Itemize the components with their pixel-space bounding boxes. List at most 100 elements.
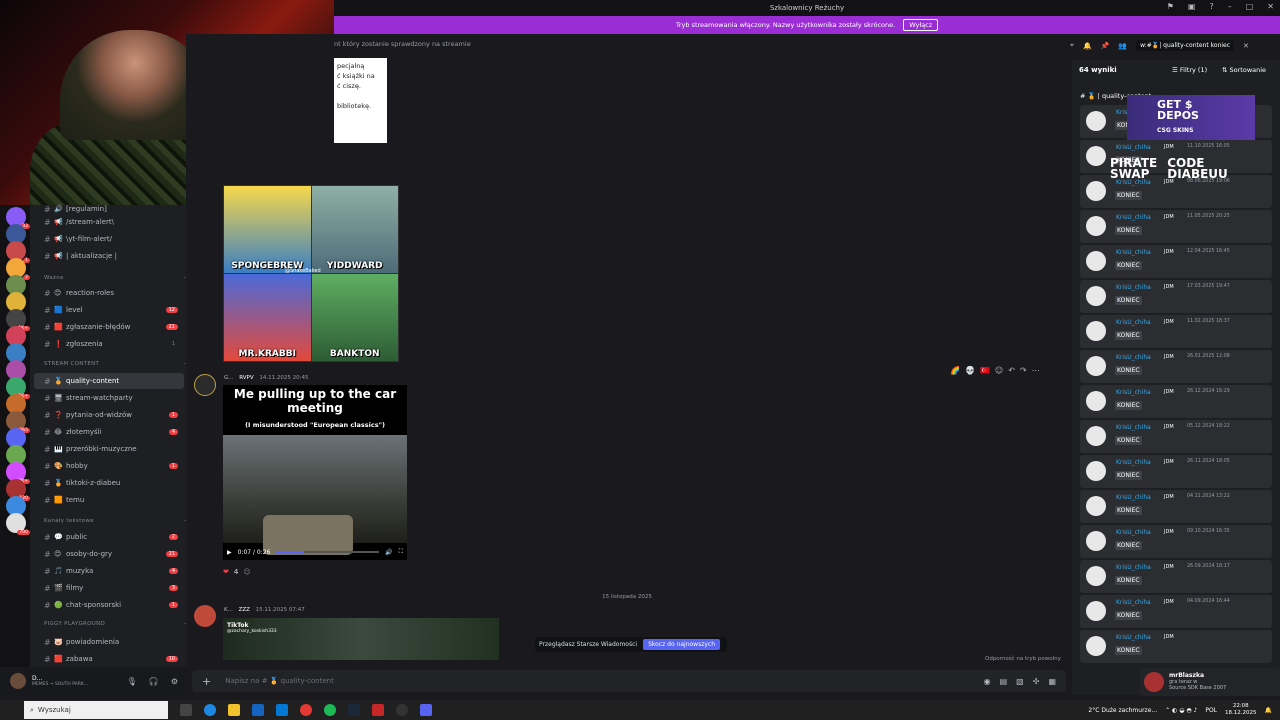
channel-item[interactable]: # 📢 \yt-film-alert/ [34,231,184,247]
add-reaction-icon[interactable]: ☺ [995,366,1003,375]
channel-item[interactable]: # 🎵 muzyka 4 [34,563,184,579]
more-icon[interactable]: ⋯ [1032,366,1040,375]
server-icon[interactable]: 700 [6,513,30,535]
spotify-icon[interactable] [324,704,336,716]
clear-search-icon[interactable]: ✕ [1243,42,1249,50]
explorer-icon[interactable] [228,704,240,716]
reaction-icon[interactable]: 🇹🇷 [980,366,990,375]
steam-icon[interactable] [348,704,360,716]
maximize-icon[interactable]: □ [1246,2,1254,11]
search-result[interactable]: KrisU_chiha JDM 26.01.2025 12:08 KONIEC [1080,350,1272,383]
obs-icon[interactable] [396,704,408,716]
avatar[interactable] [10,673,26,689]
volume-icon[interactable]: 🔊 [385,549,392,556]
reply-icon[interactable]: ↶ [1008,366,1015,375]
threads-icon[interactable]: ⌖ [1070,41,1074,50]
channel-item[interactable]: # 🟥 zabawa 10 [34,651,184,667]
tray-icons[interactable]: ⌃ ◐ ◒ ◓ ♪ [1165,707,1197,714]
mic-icon[interactable]: 🎙 [127,677,137,686]
channel-item[interactable]: # 🎹 przeróbki-muzyczne [34,441,184,457]
notifications-icon[interactable]: 🔔 [1265,707,1272,714]
help-icon[interactable]: ? [1209,2,1213,11]
heart-reaction[interactable]: ❤ [223,568,229,576]
add-attachment-icon[interactable]: + [202,675,211,688]
minimize-icon[interactable]: – [1228,2,1232,11]
channel-item[interactable]: # 🖥 stream-watchparty [34,390,184,406]
sticker-icon[interactable]: ▧ [1016,677,1024,686]
language[interactable]: POL [1205,707,1217,714]
sort-button[interactable]: ⇅ Sortowanie [1222,66,1266,74]
avatar[interactable] [194,374,216,396]
apps-icon[interactable]: ▦ [1048,677,1056,686]
add-reaction-icon[interactable]: ☺ [243,568,250,576]
search-result[interactable]: KrisU_chiha JDM 26.11.2024 18:05 KONIEC [1080,455,1272,488]
message-composer[interactable]: + Napisz na # 🏅 quality-content ◉ ▤ ▧ ✣ … [192,670,1066,692]
clock[interactable]: 22:08 18.12.2025 [1225,703,1257,717]
taskbar-search[interactable]: ⌕ Wyszukaj [24,701,168,719]
search-result[interactable]: KrisU_chiha JDM 12.04.2025 16:45 KONIEC [1080,245,1272,278]
channel-item[interactable]: # ❓ pytania-od-widzów 1 [34,407,184,423]
channel-item[interactable]: # 😊 osoby-do-gry 21 [34,546,184,562]
channel-item[interactable]: # 🏅 tiktoki-z-diabeu [34,475,184,491]
pin-icon[interactable]: ⚑ [1167,2,1174,11]
category-wazne[interactable]: Ważne+ [44,275,189,281]
channel-item[interactable]: # ❗ zgłoszenia 1 [34,336,184,352]
activity-notification[interactable]: mrBlaszka gra teraz w Source SDK Base 20… [1140,668,1280,696]
settings-gear-icon[interactable]: ⚙ [171,677,178,686]
channel-item[interactable]: # 🟦 level 12 [34,302,184,318]
channel-item[interactable]: # 📢/stream-alert\ [34,214,184,230]
search-result[interactable]: KrisU_chiha JDM KONIEC [1080,630,1272,663]
app-icon[interactable] [372,704,384,716]
channel-item[interactable]: # 🏅 quality-content [34,373,184,389]
headphones-icon[interactable]: 🎧 [149,677,159,686]
search-result[interactable]: KrisU_chiha JDM 17.03.2025 19:47 KONIEC [1080,280,1272,313]
search-result[interactable]: KrisU_chiha JDM 04.09.2024 16:44 KONIEC [1080,595,1272,628]
channel-item[interactable]: # 🐷 powiadomienia [34,634,184,650]
task-view-icon[interactable] [180,704,192,716]
forward-icon[interactable]: ↷ [1020,366,1027,375]
channel-item[interactable]: # 🟧 temu [34,492,184,508]
channel-item[interactable]: # 🟢 chat-sponsorski 1 [34,597,184,613]
video-embed[interactable]: Me pulling up to the car meeting (I misu… [223,385,407,560]
search-result[interactable]: KrisU_chiha JDM 09.10.2024 16:35 KONIEC [1080,525,1272,558]
search-result[interactable]: KrisU_chiha JDM 11.05.2025 20:25 KONIEC [1080,210,1272,243]
message-author[interactable]: G... RVPV 14.11.2025 20:45 [224,375,308,381]
channel-item[interactable]: # 🎨 hobby 1 [34,458,184,474]
pin-icon[interactable]: 📌 [1101,42,1110,50]
members-icon[interactable]: 👥 [1118,42,1127,50]
note-image[interactable]: pecjalną ć książki na ć ciszę. bibliotek… [334,58,387,143]
outlook-icon[interactable] [252,704,264,716]
emoji-icon[interactable]: ✣ [1033,677,1040,686]
notifications-icon[interactable]: 🔔 [1083,42,1092,50]
edge-icon[interactable] [204,704,216,716]
tiktok-embed[interactable]: TikTok @zachary_koskish333 [223,618,499,660]
category-piggy-playground[interactable]: PIGGY PLAYGROUND+ [44,621,189,627]
inbox-icon[interactable]: ▣ [1188,2,1196,11]
jump-to-latest-button[interactable]: Skocz do najnowszych [643,639,720,650]
channel-item[interactable]: # 📢 | aktualizacje | [34,248,184,264]
reaction-icon[interactable]: 💀 [965,366,975,375]
search-result[interactable]: KrisU_chiha JDM 05.12.2024 18:22 KONIEC [1080,420,1272,453]
gift-icon[interactable]: ◉ [984,677,991,686]
avatar[interactable] [194,605,216,627]
weather[interactable]: 2°C Duże zachmurze... [1088,707,1157,714]
disable-streamer-mode-button[interactable]: Wyłącz [903,19,939,31]
channel-item[interactable]: # 🟥 zgłaszanie-błędów 21 [34,319,184,335]
play-icon[interactable]: ▶ [227,549,232,556]
gif-icon[interactable]: ▤ [1000,677,1008,686]
video-progress-bar[interactable] [276,551,380,553]
close-icon[interactable]: ✕ [1267,2,1274,11]
category-kanaly-tekstowe[interactable]: Kanały tekstowe+ [44,518,189,524]
channel-item[interactable]: # 😂 złotemyśli 4 [34,424,184,440]
search-input[interactable]: w:#🏅| quality-content koniec [1136,40,1235,51]
search-result[interactable]: KrisU_chiha JDM 26.12.2024 16:29 KONIEC [1080,385,1272,418]
fullscreen-icon[interactable]: ⛶ [399,548,403,556]
search-result[interactable]: KrisU_chiha JDM 11.02.2025 18:37 KONIEC [1080,315,1272,348]
channel-item[interactable]: # 🎬 filmy 3 [34,580,184,596]
chrome-icon[interactable] [300,704,312,716]
search-result[interactable]: KrisU_chiha JDM 26.09.2024 18:17 KONIEC [1080,560,1272,593]
search-result[interactable]: KrisU_chiha JDM 04.11.2024 13:22 KONIEC [1080,490,1272,523]
discord-icon[interactable] [420,704,432,716]
store-icon[interactable] [276,704,288,716]
reaction-icon[interactable]: 🌈 [950,366,960,375]
